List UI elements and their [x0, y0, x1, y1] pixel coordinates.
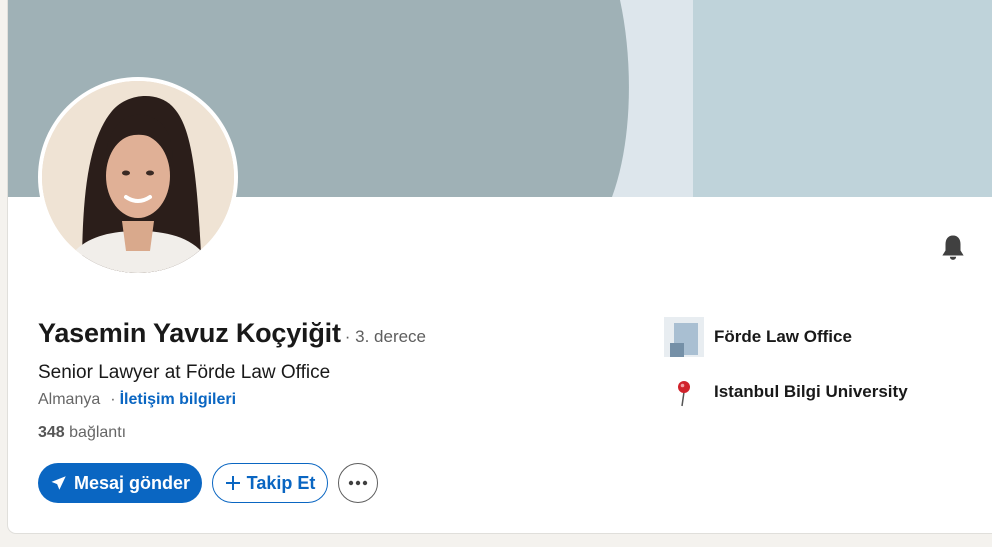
- bell-icon[interactable]: [938, 233, 968, 263]
- current-company[interactable]: Förde Law Office: [664, 317, 852, 357]
- company-logo: [664, 317, 704, 357]
- connections-number: 348: [38, 424, 65, 441]
- more-actions-button[interactable]: [338, 463, 378, 503]
- profile-location: Almanya: [38, 391, 101, 408]
- separator-dot: ·: [110, 391, 116, 408]
- connections-label: bağlantı: [69, 424, 127, 441]
- send-icon: [51, 476, 66, 490]
- profile-photo[interactable]: [38, 77, 238, 277]
- location-row: Almanya · İletişim bilgileri: [38, 391, 236, 409]
- follow-button[interactable]: Takip Et: [212, 463, 328, 503]
- profile-card: Yasemin Yavuz Koçyiğit · 3. derece Senio…: [8, 0, 992, 533]
- connection-degree: · 3. derece: [344, 327, 427, 346]
- school-logo: [664, 372, 704, 412]
- school-name: Istanbul Bilgi University: [714, 382, 908, 401]
- education-school[interactable]: Istanbul Bilgi University: [664, 372, 908, 412]
- message-button-label: Mesaj gönder: [73, 472, 191, 493]
- message-button[interactable]: Mesaj gönder: [38, 463, 202, 503]
- follow-button-label: Takip Et: [246, 472, 316, 493]
- connections-count[interactable]: 348 bağlantı: [38, 424, 126, 442]
- company-name: Förde Law Office: [714, 327, 852, 346]
- more-icon: [348, 480, 368, 486]
- profile-headline: Senior Lawyer at Förde Law Office: [38, 362, 331, 383]
- name-row: Yasemin Yavuz Koçyiğit · 3. derece: [38, 318, 426, 349]
- profile-name: Yasemin Yavuz Koçyiğit: [38, 318, 341, 348]
- contact-info-link[interactable]: İletişim bilgileri: [120, 391, 236, 409]
- avatar: [42, 81, 234, 273]
- plus-icon: [225, 476, 240, 490]
